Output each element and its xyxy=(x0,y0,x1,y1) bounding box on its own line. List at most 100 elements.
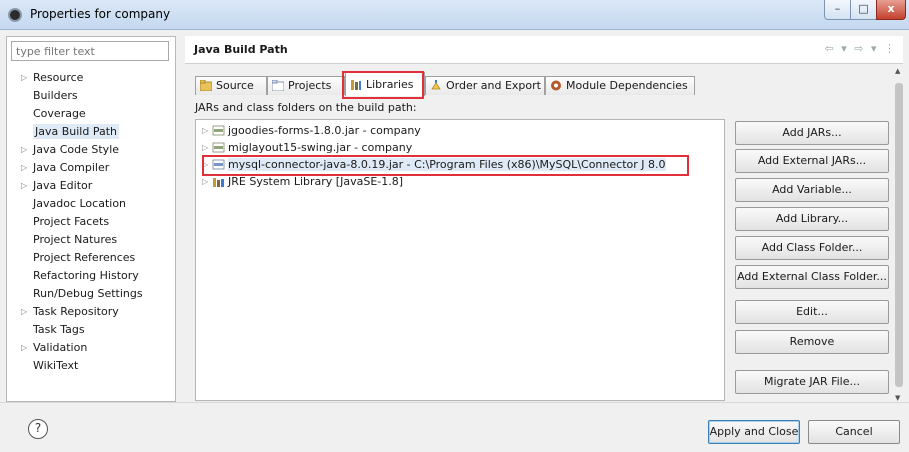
close-button[interactable]: x xyxy=(876,0,906,20)
nav-item-project-references[interactable]: Project References xyxy=(7,249,177,267)
migrate-jar-button[interactable]: Migrate JAR File... xyxy=(735,370,889,394)
add-class-folder-button[interactable]: Add Class Folder... xyxy=(735,236,889,260)
tree-item-jre-system-library[interactable]: ▷ JRE System Library [JavaSE-1.8] xyxy=(196,173,724,190)
nav-item-label: Java Code Style xyxy=(33,143,120,156)
nav-item-coverage[interactable]: Coverage xyxy=(7,105,177,123)
libraries-icon xyxy=(351,80,361,90)
page-header: Java Build Path ⇦ ▾ ⇨ ▾ ⋮ xyxy=(185,36,903,64)
nav-item-validation[interactable]: ▷ Validation xyxy=(7,339,177,357)
remove-button[interactable]: Remove xyxy=(735,330,889,354)
properties-nav-list: ▷ Resource Builders Coverage Java Build P… xyxy=(7,69,177,375)
library-icon xyxy=(213,178,224,187)
expand-arrow-icon[interactable]: ▷ xyxy=(21,303,27,321)
add-variable-button[interactable]: Add Variable... xyxy=(735,178,889,202)
nav-item-label: Project Facets xyxy=(33,215,110,228)
tree-item-jgoodies[interactable]: ▷ jgoodies-forms-1.8.0.jar - company xyxy=(196,122,724,139)
nav-item-label: Resource xyxy=(33,71,84,84)
tree-item-miglayout[interactable]: ▷ miglayout15-swing.jar - company xyxy=(196,139,724,156)
expand-arrow-icon[interactable]: ▷ xyxy=(202,173,208,190)
edit-button[interactable]: Edit... xyxy=(735,300,889,324)
expand-arrow-icon[interactable]: ▷ xyxy=(202,156,208,173)
scroll-down-icon[interactable]: ▼ xyxy=(895,394,900,402)
nav-item-label: Project Natures xyxy=(33,233,118,246)
add-external-jars-button[interactable]: Add External JARs... xyxy=(735,149,889,173)
help-button[interactable]: ? xyxy=(28,419,48,439)
tab-libraries[interactable]: Libraries xyxy=(345,72,425,96)
tab-label: Projects xyxy=(288,79,332,92)
eclipse-app-icon xyxy=(8,8,22,22)
maximize-button[interactable]: □ xyxy=(850,0,877,20)
nav-item-run-debug-settings[interactable]: Run/Debug Settings xyxy=(7,285,177,303)
nav-item-java-editor[interactable]: ▷ Java Editor xyxy=(7,177,177,195)
tree-item-label: JRE System Library [JavaSE-1.8] xyxy=(228,175,404,188)
nav-item-label: Validation xyxy=(33,341,88,354)
tree-item-label: jgoodies-forms-1.8.0.jar - company xyxy=(228,124,421,137)
apply-and-close-button[interactable]: Apply and Close xyxy=(708,420,800,444)
nav-item-label: WikiText xyxy=(33,359,79,372)
cancel-button[interactable]: Cancel xyxy=(808,420,900,444)
expand-arrow-icon[interactable]: ▷ xyxy=(202,139,208,156)
jars-section-label: JARs and class folders on the build path… xyxy=(195,101,417,114)
nav-item-builders[interactable]: Builders xyxy=(7,87,177,105)
vertical-scrollbar[interactable]: ▲ ▼ xyxy=(895,67,903,402)
title-bar: Properties for company – □ x xyxy=(0,0,909,30)
nav-item-label: Task Repository xyxy=(33,305,119,318)
nav-item-javadoc-location[interactable]: Javadoc Location xyxy=(7,195,177,213)
nav-item-label: Task Tags xyxy=(33,323,85,336)
tab-label: Module Dependencies xyxy=(566,79,688,92)
source-folder-icon xyxy=(200,80,212,91)
nav-item-task-tags[interactable]: Task Tags xyxy=(7,321,177,339)
jar-icon xyxy=(212,159,225,170)
order-export-icon xyxy=(431,80,441,90)
tab-label: Source xyxy=(216,79,254,92)
tree-item-label: miglayout15-swing.jar - company xyxy=(228,141,413,154)
nav-item-label: Run/Debug Settings xyxy=(33,287,143,300)
tab-projects[interactable]: Projects xyxy=(267,76,345,95)
nav-item-project-facets[interactable]: Project Facets xyxy=(7,213,177,231)
nav-item-java-code-style[interactable]: ▷ Java Code Style xyxy=(7,141,177,159)
add-jars-button[interactable]: Add JARs... xyxy=(735,121,889,145)
history-nav-icons[interactable]: ⇦ ▾ ⇨ ▾ ⋮ xyxy=(825,42,897,55)
tab-source[interactable]: Source xyxy=(195,76,267,95)
nav-item-java-build-path[interactable]: Java Build Path xyxy=(7,123,177,141)
build-path-tree: ▷ jgoodies-forms-1.8.0.jar - company ▷ m… xyxy=(195,119,725,401)
expand-arrow-icon[interactable]: ▷ xyxy=(21,141,27,159)
nav-item-project-natures[interactable]: Project Natures xyxy=(7,231,177,249)
module-icon xyxy=(551,80,561,91)
nav-item-label: Java Editor xyxy=(33,179,93,192)
expand-arrow-icon[interactable]: ▷ xyxy=(21,159,27,177)
expand-arrow-icon[interactable]: ▷ xyxy=(21,339,27,357)
nav-item-label: Coverage xyxy=(33,107,86,120)
expand-arrow-icon[interactable]: ▷ xyxy=(21,69,27,87)
scroll-up-icon[interactable]: ▲ xyxy=(895,67,900,75)
expand-arrow-icon[interactable]: ▷ xyxy=(202,122,208,139)
nav-item-java-compiler[interactable]: ▷ Java Compiler xyxy=(7,159,177,177)
nav-item-label: Java Build Path xyxy=(33,124,120,139)
properties-nav-panel: ▷ Resource Builders Coverage Java Build P… xyxy=(6,36,176,402)
jar-icon xyxy=(212,125,225,136)
nav-item-label: Project References xyxy=(33,251,136,264)
nav-item-refactoring-history[interactable]: Refactoring History xyxy=(7,267,177,285)
nav-item-label: Java Compiler xyxy=(33,161,110,174)
nav-item-task-repository[interactable]: ▷ Task Repository xyxy=(7,303,177,321)
tree-item-label: mysql-connector-java-8.0.19.jar - C:\Pro… xyxy=(228,158,666,171)
tab-module-dependencies[interactable]: Module Dependencies xyxy=(545,76,695,95)
nav-item-label: Refactoring History xyxy=(33,269,139,282)
add-library-button[interactable]: Add Library... xyxy=(735,207,889,231)
add-external-class-folder-button[interactable]: Add External Class Folder... xyxy=(735,265,889,289)
projects-icon xyxy=(272,80,284,91)
scrollbar-thumb[interactable] xyxy=(895,83,903,387)
minimize-button[interactable]: – xyxy=(824,0,851,20)
tab-order-and-export[interactable]: Order and Export xyxy=(425,76,545,95)
nav-item-resource[interactable]: ▷ Resource xyxy=(7,69,177,87)
tab-label: Order and Export xyxy=(446,79,541,92)
window-title: Properties for company xyxy=(30,7,171,21)
jar-icon xyxy=(212,142,225,153)
nav-item-label: Javadoc Location xyxy=(33,197,127,210)
tab-label: Libraries xyxy=(366,78,414,91)
nav-item-wikitext[interactable]: WikiText xyxy=(7,357,177,375)
filter-input[interactable] xyxy=(11,41,169,61)
nav-item-label: Builders xyxy=(33,89,78,102)
tree-item-mysql-connector[interactable]: ▷ mysql-connector-java-8.0.19.jar - C:\P… xyxy=(196,156,724,173)
expand-arrow-icon[interactable]: ▷ xyxy=(21,177,27,195)
